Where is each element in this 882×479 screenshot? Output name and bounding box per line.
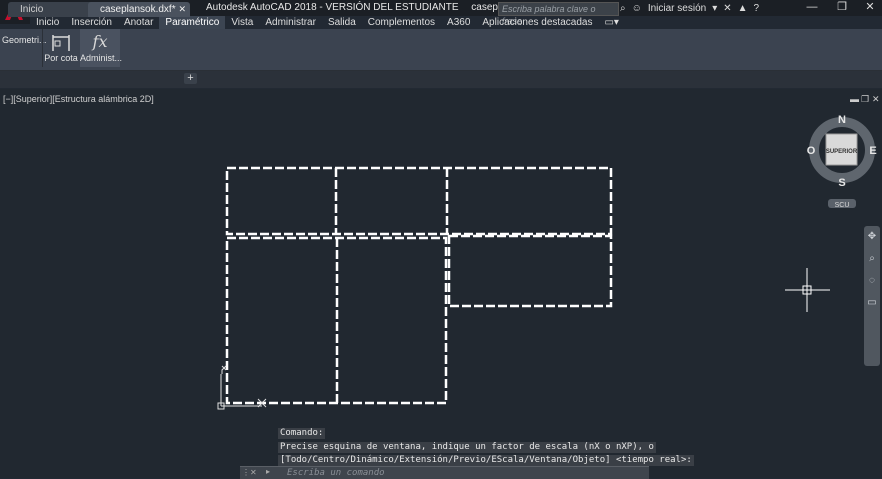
right-room-outline (447, 234, 613, 308)
cad-canvas: SUPERIOR N S E O SCU (217, 114, 877, 410)
command-history-line: [Todo/Centro/Dinámico/Extensión/Previo/E… (278, 455, 694, 466)
ucs-menu-label: SCU (835, 202, 850, 209)
showmotion-icon[interactable]: ▭ (864, 292, 880, 314)
pan-icon[interactable]: ✥ (864, 226, 880, 248)
command-grip-icon[interactable]: ⋮✕ (242, 468, 257, 477)
compass-north: N (838, 114, 846, 126)
command-history-line: Precise esquina de ventana, indique un f… (278, 442, 656, 453)
viewcube[interactable]: SUPERIOR N S E O SCU (807, 114, 877, 209)
command-history-line: Comando: (278, 428, 326, 439)
orbit-icon[interactable]: ◌ (864, 270, 880, 292)
top-row-outline (225, 166, 613, 236)
floor-plan[interactable] (225, 166, 613, 405)
zoom-icon[interactable]: ⌕ (864, 248, 880, 270)
compass-east: E (869, 145, 876, 157)
command-input[interactable]: Escriba un comando (287, 468, 385, 478)
compass-west: O (807, 145, 816, 157)
navigation-bar[interactable]: ✥ ⌕ ◌ ▭ (864, 226, 880, 366)
viewcube-face-label: SUPERIOR (826, 149, 858, 155)
crosshair-cursor (785, 268, 830, 312)
compass-south: S (838, 177, 845, 189)
command-prompt-icon[interactable]: ▸ (266, 467, 270, 476)
